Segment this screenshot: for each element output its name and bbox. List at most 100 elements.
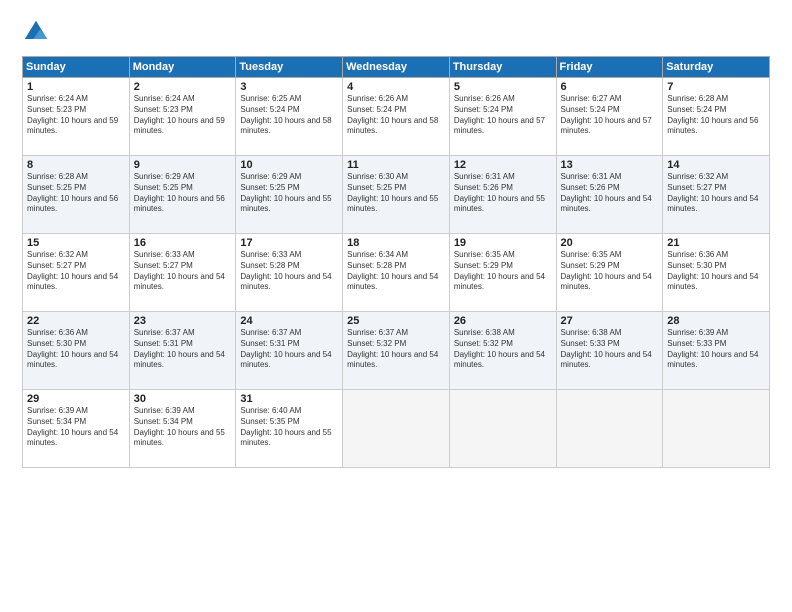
day-info: Sunrise: 6:28 AMSunset: 5:25 PMDaylight:… — [27, 172, 125, 215]
day-number: 29 — [27, 393, 125, 405]
day-number: 19 — [454, 237, 552, 249]
day-cell: 30Sunrise: 6:39 AMSunset: 5:34 PMDayligh… — [129, 390, 236, 468]
page: SundayMondayTuesdayWednesdayThursdayFrid… — [0, 0, 792, 612]
day-cell: 31Sunrise: 6:40 AMSunset: 5:35 PMDayligh… — [236, 390, 343, 468]
day-info: Sunrise: 6:29 AMSunset: 5:25 PMDaylight:… — [240, 172, 338, 215]
day-cell: 28Sunrise: 6:39 AMSunset: 5:33 PMDayligh… — [663, 312, 770, 390]
day-info: Sunrise: 6:37 AMSunset: 5:31 PMDaylight:… — [240, 328, 338, 371]
day-info: Sunrise: 6:32 AMSunset: 5:27 PMDaylight:… — [27, 250, 125, 293]
day-cell: 5Sunrise: 6:26 AMSunset: 5:24 PMDaylight… — [449, 78, 556, 156]
day-cell: 27Sunrise: 6:38 AMSunset: 5:33 PMDayligh… — [556, 312, 663, 390]
col-header-tuesday: Tuesday — [236, 57, 343, 78]
day-info: Sunrise: 6:25 AMSunset: 5:24 PMDaylight:… — [240, 94, 338, 137]
logo-icon — [22, 18, 50, 46]
day-cell — [343, 390, 450, 468]
day-cell — [663, 390, 770, 468]
day-info: Sunrise: 6:24 AMSunset: 5:23 PMDaylight:… — [27, 94, 125, 137]
day-number: 2 — [134, 81, 232, 93]
day-number: 4 — [347, 81, 445, 93]
day-info: Sunrise: 6:37 AMSunset: 5:32 PMDaylight:… — [347, 328, 445, 371]
day-number: 24 — [240, 315, 338, 327]
week-row-1: 1Sunrise: 6:24 AMSunset: 5:23 PMDaylight… — [23, 78, 770, 156]
header — [22, 18, 770, 46]
day-number: 8 — [27, 159, 125, 171]
day-cell: 26Sunrise: 6:38 AMSunset: 5:32 PMDayligh… — [449, 312, 556, 390]
day-number: 11 — [347, 159, 445, 171]
day-info: Sunrise: 6:28 AMSunset: 5:24 PMDaylight:… — [667, 94, 765, 137]
col-header-sunday: Sunday — [23, 57, 130, 78]
day-info: Sunrise: 6:36 AMSunset: 5:30 PMDaylight:… — [667, 250, 765, 293]
day-number: 25 — [347, 315, 445, 327]
col-header-thursday: Thursday — [449, 57, 556, 78]
day-cell: 24Sunrise: 6:37 AMSunset: 5:31 PMDayligh… — [236, 312, 343, 390]
day-cell: 6Sunrise: 6:27 AMSunset: 5:24 PMDaylight… — [556, 78, 663, 156]
day-info: Sunrise: 6:34 AMSunset: 5:28 PMDaylight:… — [347, 250, 445, 293]
day-info: Sunrise: 6:26 AMSunset: 5:24 PMDaylight:… — [454, 94, 552, 137]
day-cell: 3Sunrise: 6:25 AMSunset: 5:24 PMDaylight… — [236, 78, 343, 156]
day-info: Sunrise: 6:35 AMSunset: 5:29 PMDaylight:… — [454, 250, 552, 293]
day-cell: 18Sunrise: 6:34 AMSunset: 5:28 PMDayligh… — [343, 234, 450, 312]
day-info: Sunrise: 6:30 AMSunset: 5:25 PMDaylight:… — [347, 172, 445, 215]
day-info: Sunrise: 6:33 AMSunset: 5:28 PMDaylight:… — [240, 250, 338, 293]
day-info: Sunrise: 6:38 AMSunset: 5:33 PMDaylight:… — [561, 328, 659, 371]
day-number: 26 — [454, 315, 552, 327]
col-header-saturday: Saturday — [663, 57, 770, 78]
day-number: 23 — [134, 315, 232, 327]
day-cell: 17Sunrise: 6:33 AMSunset: 5:28 PMDayligh… — [236, 234, 343, 312]
day-cell: 2Sunrise: 6:24 AMSunset: 5:23 PMDaylight… — [129, 78, 236, 156]
day-number: 14 — [667, 159, 765, 171]
day-number: 16 — [134, 237, 232, 249]
day-number: 12 — [454, 159, 552, 171]
day-number: 18 — [347, 237, 445, 249]
week-row-2: 8Sunrise: 6:28 AMSunset: 5:25 PMDaylight… — [23, 156, 770, 234]
day-cell: 1Sunrise: 6:24 AMSunset: 5:23 PMDaylight… — [23, 78, 130, 156]
day-info: Sunrise: 6:31 AMSunset: 5:26 PMDaylight:… — [454, 172, 552, 215]
day-number: 31 — [240, 393, 338, 405]
day-cell: 4Sunrise: 6:26 AMSunset: 5:24 PMDaylight… — [343, 78, 450, 156]
day-cell: 21Sunrise: 6:36 AMSunset: 5:30 PMDayligh… — [663, 234, 770, 312]
day-cell: 12Sunrise: 6:31 AMSunset: 5:26 PMDayligh… — [449, 156, 556, 234]
day-number: 13 — [561, 159, 659, 171]
day-info: Sunrise: 6:40 AMSunset: 5:35 PMDaylight:… — [240, 406, 338, 449]
day-cell: 11Sunrise: 6:30 AMSunset: 5:25 PMDayligh… — [343, 156, 450, 234]
day-cell — [556, 390, 663, 468]
day-number: 21 — [667, 237, 765, 249]
day-cell: 8Sunrise: 6:28 AMSunset: 5:25 PMDaylight… — [23, 156, 130, 234]
logo — [22, 18, 54, 46]
day-number: 17 — [240, 237, 338, 249]
day-cell: 25Sunrise: 6:37 AMSunset: 5:32 PMDayligh… — [343, 312, 450, 390]
day-number: 10 — [240, 159, 338, 171]
day-number: 28 — [667, 315, 765, 327]
day-cell: 22Sunrise: 6:36 AMSunset: 5:30 PMDayligh… — [23, 312, 130, 390]
day-number: 27 — [561, 315, 659, 327]
day-info: Sunrise: 6:33 AMSunset: 5:27 PMDaylight:… — [134, 250, 232, 293]
day-number: 7 — [667, 81, 765, 93]
day-cell: 23Sunrise: 6:37 AMSunset: 5:31 PMDayligh… — [129, 312, 236, 390]
day-number: 15 — [27, 237, 125, 249]
day-number: 3 — [240, 81, 338, 93]
day-cell: 10Sunrise: 6:29 AMSunset: 5:25 PMDayligh… — [236, 156, 343, 234]
day-info: Sunrise: 6:39 AMSunset: 5:34 PMDaylight:… — [27, 406, 125, 449]
day-cell: 9Sunrise: 6:29 AMSunset: 5:25 PMDaylight… — [129, 156, 236, 234]
day-number: 1 — [27, 81, 125, 93]
day-info: Sunrise: 6:24 AMSunset: 5:23 PMDaylight:… — [134, 94, 232, 137]
day-info: Sunrise: 6:38 AMSunset: 5:32 PMDaylight:… — [454, 328, 552, 371]
calendar-table: SundayMondayTuesdayWednesdayThursdayFrid… — [22, 56, 770, 468]
col-header-wednesday: Wednesday — [343, 57, 450, 78]
day-cell — [449, 390, 556, 468]
header-row: SundayMondayTuesdayWednesdayThursdayFrid… — [23, 57, 770, 78]
week-row-4: 22Sunrise: 6:36 AMSunset: 5:30 PMDayligh… — [23, 312, 770, 390]
day-info: Sunrise: 6:27 AMSunset: 5:24 PMDaylight:… — [561, 94, 659, 137]
day-number: 5 — [454, 81, 552, 93]
col-header-monday: Monday — [129, 57, 236, 78]
day-number: 30 — [134, 393, 232, 405]
day-cell: 20Sunrise: 6:35 AMSunset: 5:29 PMDayligh… — [556, 234, 663, 312]
week-row-5: 29Sunrise: 6:39 AMSunset: 5:34 PMDayligh… — [23, 390, 770, 468]
day-cell: 13Sunrise: 6:31 AMSunset: 5:26 PMDayligh… — [556, 156, 663, 234]
day-info: Sunrise: 6:39 AMSunset: 5:34 PMDaylight:… — [134, 406, 232, 449]
day-info: Sunrise: 6:36 AMSunset: 5:30 PMDaylight:… — [27, 328, 125, 371]
day-cell: 14Sunrise: 6:32 AMSunset: 5:27 PMDayligh… — [663, 156, 770, 234]
day-cell: 16Sunrise: 6:33 AMSunset: 5:27 PMDayligh… — [129, 234, 236, 312]
day-number: 6 — [561, 81, 659, 93]
week-row-3: 15Sunrise: 6:32 AMSunset: 5:27 PMDayligh… — [23, 234, 770, 312]
